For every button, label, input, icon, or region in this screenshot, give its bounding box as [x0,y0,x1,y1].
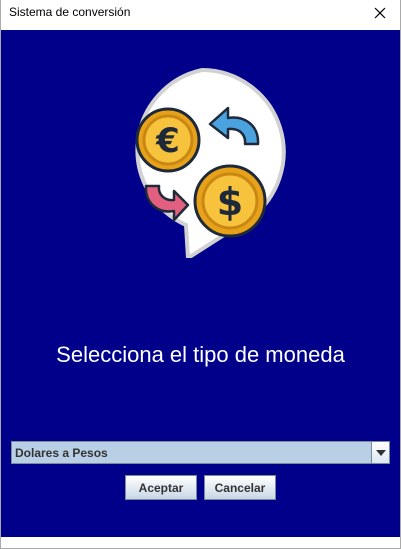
app-window: Sistema de conversión € $ Selecciona el … [0,0,401,549]
chevron-down-icon [375,449,386,456]
close-icon [374,7,386,19]
euro-symbol: € [155,121,180,161]
accept-button[interactable]: Aceptar [125,475,197,500]
close-button[interactable] [360,0,400,26]
selected-conversion: Dolares a Pesos [15,446,108,460]
currency-exchange-icon: € $ [135,68,286,258]
window-title: Sistema de conversión [9,5,131,19]
instruction-label: Selecciona el tipo de moneda [56,342,345,367]
title-bar: Sistema de conversión [1,0,400,30]
dollar-coin-icon: $ [193,164,267,238]
conversion-type-select[interactable]: Dolares a Pesos [11,441,390,464]
cancel-button[interactable]: Cancelar [204,475,276,500]
window-bottom-edge [1,537,400,548]
euro-coin-icon: € [135,107,201,173]
dropdown-arrow-button[interactable] [371,442,389,463]
dollar-symbol: $ [217,180,243,224]
